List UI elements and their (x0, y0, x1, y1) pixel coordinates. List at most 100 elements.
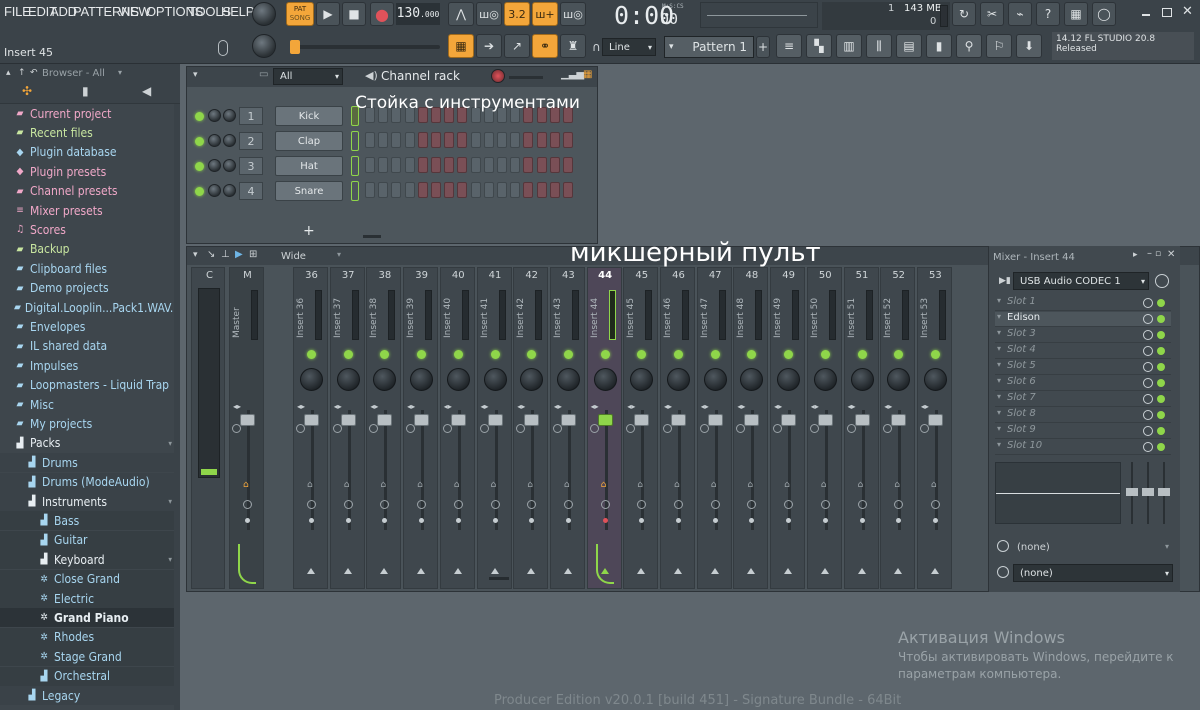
slot-enable-led[interactable] (1157, 379, 1165, 387)
mixer-strip[interactable]: 41 Insert 41 ◂▸ ⌂ (476, 267, 512, 589)
step-button[interactable] (523, 182, 534, 198)
route-arrow-icon[interactable]: ⌂ (784, 480, 790, 490)
typing-keyboard-button[interactable]: ▦ (448, 34, 474, 58)
minimize-button[interactable] (1142, 14, 1150, 16)
strip-volume-fader[interactable] (707, 414, 723, 426)
rack-swing-knob[interactable] (491, 69, 505, 83)
playlist-button[interactable]: ≡ (776, 34, 802, 58)
send-arrow-icon[interactable] (710, 568, 719, 574)
snap-select[interactable]: Line ▾ (602, 38, 656, 56)
recording-button[interactable]: ⚐ (986, 34, 1012, 58)
eq-faders[interactable] (1125, 462, 1170, 524)
channel-active-led[interactable] (195, 162, 204, 171)
channel-number[interactable]: 3 (239, 157, 263, 175)
channel-volume-knob[interactable] (223, 109, 236, 122)
save-button[interactable]: ▦ (1064, 2, 1088, 26)
slot-mix-knob[interactable] (1143, 362, 1153, 372)
undo-history-button[interactable]: ↻ (952, 2, 976, 26)
step-button[interactable] (510, 182, 521, 198)
send-arrow-icon[interactable] (674, 568, 682, 574)
slot-enable-led[interactable] (1157, 427, 1165, 435)
route-knob[interactable] (894, 500, 904, 509)
strip-pan-knob[interactable] (336, 368, 360, 391)
slot-mix-knob[interactable] (1143, 330, 1153, 340)
strip-mute-led[interactable] (307, 350, 316, 359)
browser-item[interactable]: ▟ Guitar (0, 530, 180, 550)
step-button[interactable] (431, 157, 441, 173)
route-arrow-icon[interactable]: ⌂ (821, 480, 827, 490)
rack-menu-icon[interactable]: ▾ (193, 70, 198, 80)
strip-volume-fader[interactable] (891, 414, 907, 426)
slot-mix-knob[interactable] (1143, 410, 1153, 420)
insert-slot[interactable]: ▾ Slot 6 (995, 376, 1171, 391)
slot-menu-icon[interactable]: ▾ (997, 312, 1001, 321)
stereo-swap-icon[interactable]: ◂▸ (554, 402, 562, 411)
insert-slot[interactable]: ▾ Slot 4 (995, 344, 1171, 359)
route-arrow-icon[interactable]: ⌂ (894, 480, 900, 490)
help-button[interactable]: ? (1036, 2, 1060, 26)
browser-item[interactable]: ▰ Demo projects (0, 279, 180, 298)
menu-help[interactable]: HELP (221, 4, 254, 19)
channel-pan-knob[interactable] (208, 109, 221, 122)
strip-volume-fader[interactable] (304, 414, 319, 426)
menu-file[interactable]: FILE (4, 4, 31, 19)
mixer-scroll-handle[interactable] (489, 577, 509, 580)
strip-mute-led[interactable] (820, 350, 830, 359)
step-button[interactable] (549, 157, 560, 173)
strip-mute-led[interactable] (930, 350, 940, 359)
channel-active-led[interactable] (195, 137, 204, 146)
strip-mute-led[interactable] (600, 350, 610, 359)
slot-mix-knob[interactable] (1143, 346, 1153, 356)
step-button[interactable] (510, 157, 521, 173)
record-button[interactable]: ● (370, 2, 394, 26)
play-button[interactable]: ▶ (316, 2, 340, 26)
collapse-icon[interactable]: ▴ (6, 68, 11, 78)
step-button[interactable] (536, 132, 547, 148)
send-arrow-icon[interactable] (343, 568, 352, 574)
strip-mute-led[interactable] (453, 350, 463, 359)
stop-button[interactable]: ■ (342, 2, 366, 26)
step-button[interactable] (523, 132, 534, 148)
stereo-swap-icon[interactable]: ◂▸ (591, 402, 599, 411)
send-arrow-icon[interactable] (490, 568, 499, 574)
route-arrow-icon[interactable]: ⌂ (417, 480, 423, 490)
browser-item[interactable]: ✲ Grand Piano (0, 608, 180, 628)
strip-mute-led[interactable] (894, 350, 904, 359)
browser-item[interactable]: ▟ Drums (0, 453, 180, 473)
slot-menu-icon[interactable]: ▾ (997, 296, 1001, 305)
loop-record-button[interactable]: ш◎ (560, 2, 586, 26)
route-dot[interactable] (712, 518, 718, 523)
route-arrow-icon[interactable]: ⌂ (637, 480, 643, 490)
channel-name-button[interactable]: Hat (275, 156, 343, 176)
send-1-label[interactable]: (none) (1017, 542, 1050, 553)
audio-editor-button[interactable]: ⚲ (956, 34, 982, 58)
browser-item[interactable]: ▰ Envelopes (0, 317, 180, 336)
strip-mute-led[interactable] (674, 350, 683, 359)
expand-icon[interactable]: ▾ (168, 555, 172, 564)
strip-pan-knob[interactable] (520, 368, 544, 391)
plugin-picker-button[interactable]: ⌁ (1008, 2, 1032, 26)
channel-filter-select[interactable]: All ▾ (273, 68, 343, 85)
strip-volume-fader[interactable] (781, 414, 797, 426)
eq-display[interactable] (995, 462, 1121, 524)
browser-view-button[interactable]: ▤ (896, 34, 922, 58)
route-arrow-icon[interactable]: ⌂ (491, 480, 497, 490)
step-button[interactable] (510, 132, 521, 148)
send-arrow-icon[interactable] (380, 568, 389, 574)
channel-active-led[interactable] (195, 112, 204, 121)
tuning-fork-icon[interactable]: ⊥ (221, 249, 230, 260)
slot-mix-knob[interactable] (1143, 394, 1153, 404)
mixer-strip[interactable]: 47 Insert 47 ◂▸ ⌂ (696, 267, 732, 589)
insert-slot[interactable]: ▾ Slot 10 (995, 440, 1171, 455)
strip-mute-led[interactable] (784, 350, 794, 359)
strip-pan-knob[interactable] (777, 368, 801, 391)
route-arrow-icon[interactable]: ⌂ (711, 480, 717, 490)
step-button[interactable] (404, 157, 415, 173)
send-arrow-icon[interactable] (784, 568, 793, 574)
step-button[interactable] (417, 132, 428, 148)
step-forward-button[interactable]: ➔ (476, 34, 502, 58)
step-button[interactable] (431, 132, 441, 148)
browser-item[interactable]: ▰ Clipboard files (0, 259, 180, 278)
route-knob[interactable] (710, 500, 720, 509)
route-arrow-icon[interactable]: ⌂ (527, 480, 533, 490)
